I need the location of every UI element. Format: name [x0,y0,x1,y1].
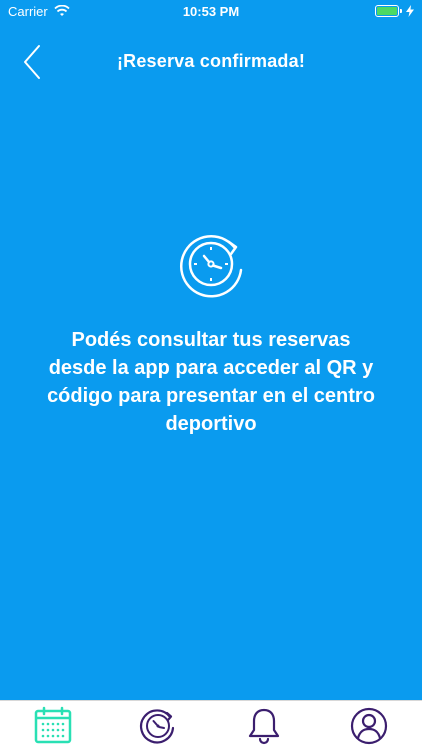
clock-history-icon [140,708,175,744]
user-icon [351,707,388,744]
clock-history-icon [180,235,243,298]
nav-bar: ¡Reserva confirmada! [0,22,422,100]
status-left: Carrier [8,4,70,19]
calendar-icon [34,706,71,743]
tab-notifications[interactable] [234,702,294,750]
charging-icon [406,5,414,17]
tab-profile[interactable] [339,702,399,750]
battery-icon [375,5,402,17]
tab-bar [0,700,422,750]
status-bar: Carrier 10:53 PM [0,0,422,22]
back-button[interactable] [14,42,50,82]
confirmation-message: Podés consultar tus reservas desde la ap… [47,329,375,435]
tab-calendar[interactable] [23,702,83,750]
page-title: ¡Reserva confirmada! [116,50,306,71]
hero-icon-wrap [0,226,422,306]
wifi-icon [54,5,70,16]
bell-icon [248,708,279,744]
tab-history[interactable] [128,702,188,750]
chevron-left-icon [24,45,40,79]
status-right [375,5,414,17]
carrier-label: Carrier [8,3,48,19]
